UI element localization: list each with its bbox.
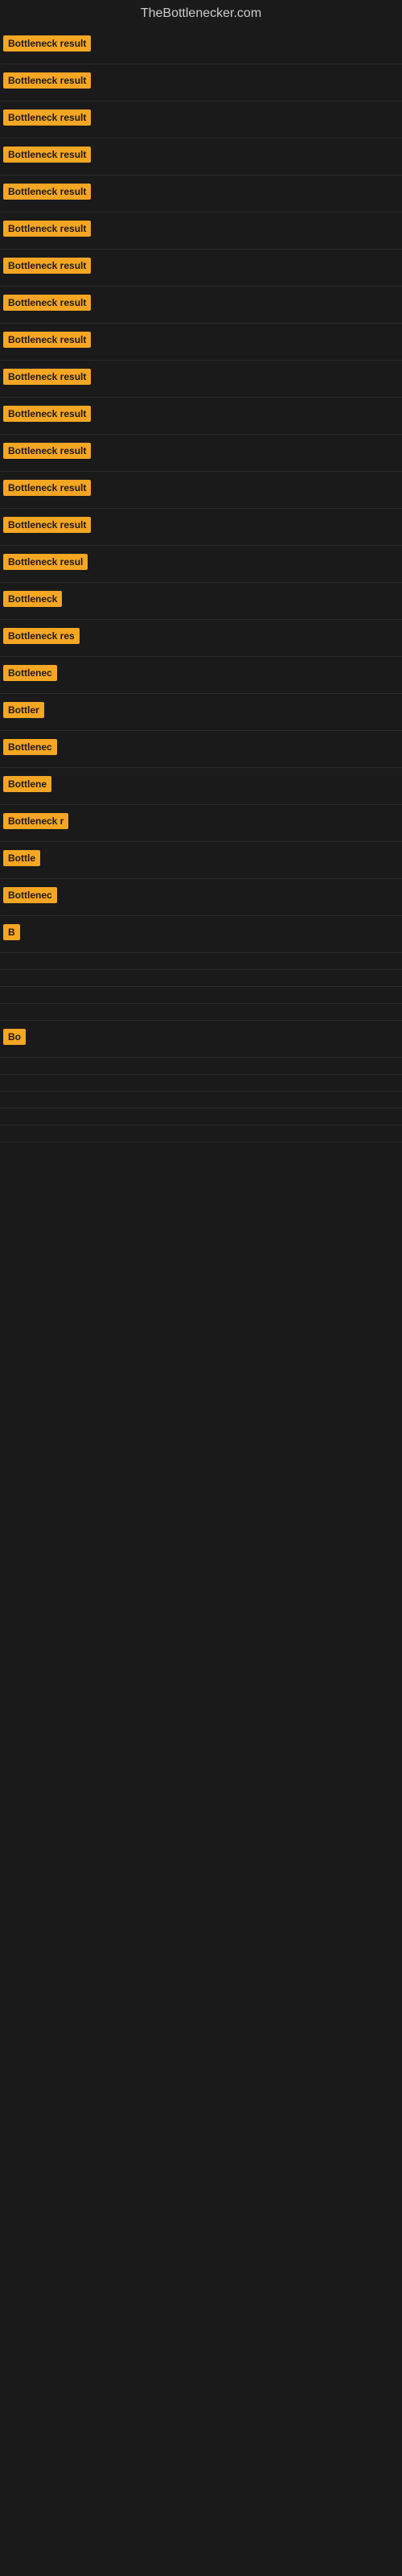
list-item: Bottleneck result bbox=[0, 64, 402, 101]
bottleneck-badge[interactable]: Bottler bbox=[3, 702, 44, 718]
bottleneck-badge[interactable]: Bottleneck result bbox=[3, 258, 91, 274]
bottleneck-badge[interactable]: Bottleneck result bbox=[3, 332, 91, 348]
list-item: Bottleneck result bbox=[0, 324, 402, 361]
bottleneck-badge[interactable]: Bottleneck result bbox=[3, 147, 91, 163]
list-item: Bottlenec bbox=[0, 731, 402, 768]
list-item: Bottleneck res bbox=[0, 620, 402, 657]
bottleneck-badge[interactable]: Bottleneck res bbox=[3, 628, 80, 644]
bottleneck-badge[interactable]: Bottlenec bbox=[3, 887, 57, 903]
list-item: Bottleneck result bbox=[0, 138, 402, 175]
list-item bbox=[0, 1058, 402, 1075]
list-item bbox=[0, 1092, 402, 1108]
bottleneck-badge[interactable]: Bottleneck result bbox=[3, 184, 91, 200]
list-item bbox=[0, 1075, 402, 1092]
list-item: B bbox=[0, 916, 402, 953]
bottleneck-badge[interactable]: Bottleneck result bbox=[3, 443, 91, 459]
list-item: Bottleneck result bbox=[0, 361, 402, 398]
bottleneck-badge[interactable]: B bbox=[3, 924, 20, 940]
list-item bbox=[0, 1125, 402, 1142]
bottleneck-badge[interactable]: Bottleneck result bbox=[3, 406, 91, 422]
list-item: Bottleneck result bbox=[0, 398, 402, 435]
list-item: Bottleneck result bbox=[0, 472, 402, 509]
list-item: Bottleneck result bbox=[0, 27, 402, 64]
list-item bbox=[0, 953, 402, 970]
bottleneck-badge[interactable]: Bottleneck result bbox=[3, 480, 91, 496]
bottleneck-badge[interactable]: Bottlenec bbox=[3, 739, 57, 755]
bottleneck-badge[interactable]: Bottleneck result bbox=[3, 295, 91, 311]
bottleneck-badge[interactable]: Bottleneck bbox=[3, 591, 62, 607]
bottleneck-badge[interactable]: Bottleneck result bbox=[3, 369, 91, 385]
list-item: Bottleneck result bbox=[0, 250, 402, 287]
bottleneck-badge[interactable]: Bottle bbox=[3, 850, 40, 866]
list-item: Bottleneck result bbox=[0, 213, 402, 250]
bottleneck-badge[interactable]: Bottleneck result bbox=[3, 35, 91, 52]
bottleneck-badge[interactable]: Bottleneck result bbox=[3, 517, 91, 533]
bottleneck-badge[interactable]: Bottleneck result bbox=[3, 221, 91, 237]
list-item: Bottler bbox=[0, 694, 402, 731]
list-item: Bottleneck result bbox=[0, 435, 402, 472]
list-item: Bottleneck result bbox=[0, 287, 402, 324]
list-item: Bottlene bbox=[0, 768, 402, 805]
bottleneck-badge[interactable]: Bottleneck result bbox=[3, 72, 91, 89]
list-item bbox=[0, 987, 402, 1004]
list-item: Bottleneck resul bbox=[0, 546, 402, 583]
list-item: Bottleneck r bbox=[0, 805, 402, 842]
list-item: Bottleneck bbox=[0, 583, 402, 620]
list-item bbox=[0, 1108, 402, 1125]
bottleneck-badge[interactable]: Bottlenec bbox=[3, 665, 57, 681]
bottleneck-badge[interactable]: Bottlene bbox=[3, 776, 51, 792]
list-item: Bottleneck result bbox=[0, 509, 402, 546]
list-item: Bo bbox=[0, 1021, 402, 1058]
list-item: Bottlenec bbox=[0, 879, 402, 916]
bottleneck-badge[interactable]: Bottleneck resul bbox=[3, 554, 88, 570]
list-item: Bottlenec bbox=[0, 657, 402, 694]
bottleneck-badge[interactable]: Bottleneck result bbox=[3, 109, 91, 126]
bottleneck-badge[interactable]: Bottleneck r bbox=[3, 813, 68, 829]
bottleneck-badge[interactable]: Bo bbox=[3, 1029, 26, 1045]
list-item bbox=[0, 1004, 402, 1021]
list-item: Bottleneck result bbox=[0, 101, 402, 138]
list-item: Bottleneck result bbox=[0, 175, 402, 213]
site-title: TheBottlenecker.com bbox=[0, 0, 402, 27]
list-item bbox=[0, 970, 402, 987]
list-item: Bottle bbox=[0, 842, 402, 879]
